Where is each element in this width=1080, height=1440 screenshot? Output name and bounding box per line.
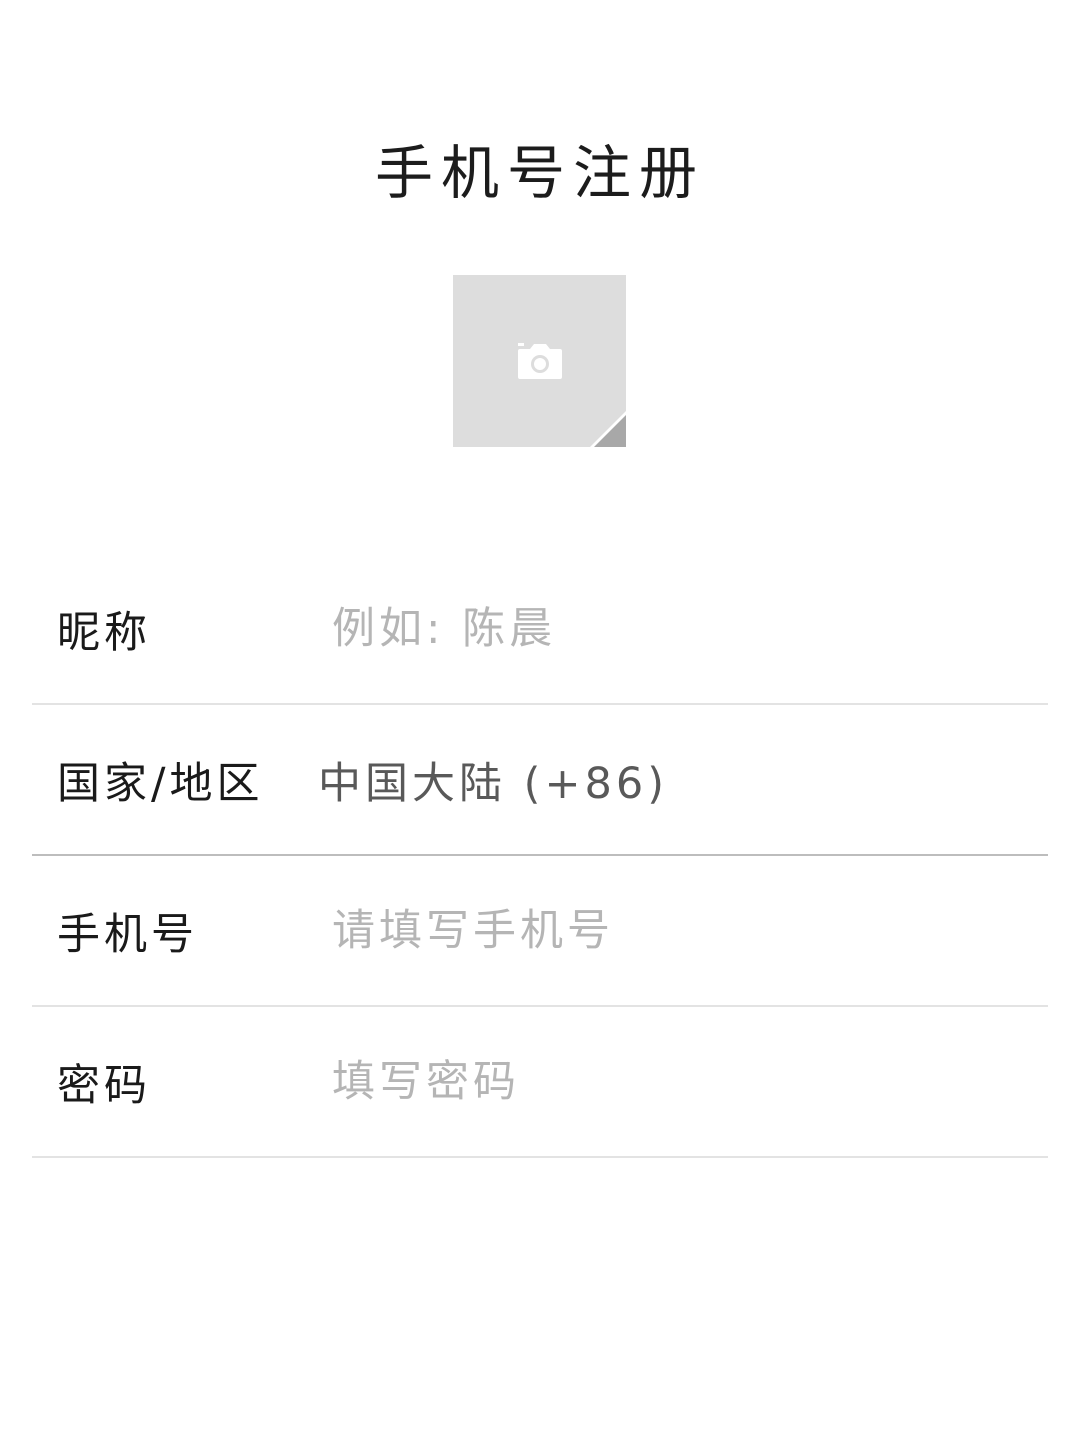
region-label: 国家/地区	[57, 758, 264, 809]
password-row: 密码	[32, 1007, 1048, 1158]
nickname-row: 昵称	[32, 554, 1048, 705]
nickname-input[interactable]	[332, 598, 1022, 659]
region-row[interactable]: 国家/地区 中国大陆 (+86)	[32, 705, 1048, 856]
password-label: 密码	[57, 1060, 151, 1111]
nickname-label: 昵称	[57, 607, 151, 658]
phone-input[interactable]	[332, 900, 1022, 961]
register-form: 昵称 国家/地区 中国大陆 (+86) 手机号 密码	[32, 554, 1048, 1158]
password-input[interactable]	[332, 1051, 1022, 1112]
corner-fold-icon	[590, 411, 626, 447]
camera-icon	[518, 343, 562, 379]
page-title: 手机号注册	[374, 139, 705, 207]
phone-label: 手机号	[57, 909, 198, 960]
avatar-upload-button[interactable]	[453, 275, 626, 447]
phone-row: 手机号	[32, 856, 1048, 1007]
region-value[interactable]: 中国大陆 (+86)	[318, 749, 668, 811]
